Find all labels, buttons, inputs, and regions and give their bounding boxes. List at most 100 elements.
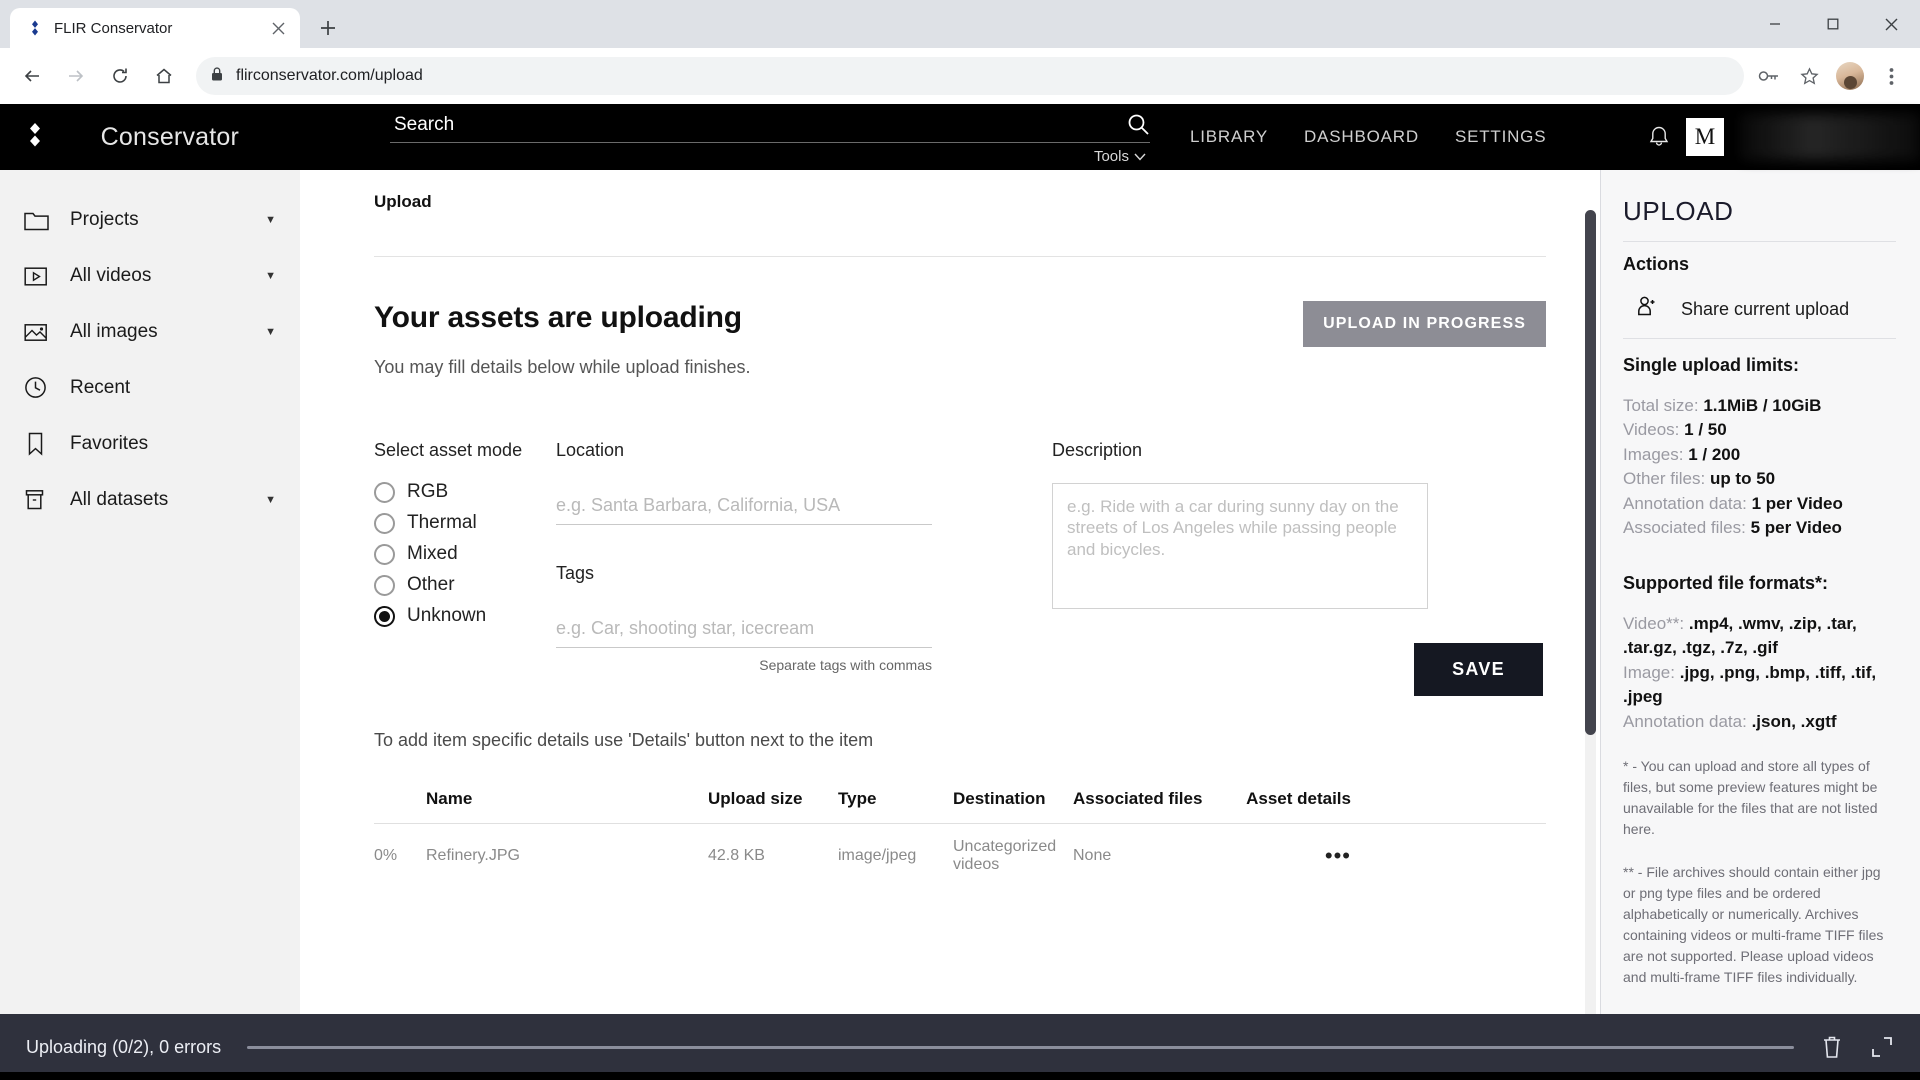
notification-bell-icon[interactable] [1648, 125, 1670, 149]
radio-label: RGB [407, 481, 449, 502]
tags-label: Tags [556, 563, 595, 583]
col-progress [374, 789, 426, 809]
menu-kebab-icon[interactable] [1878, 63, 1904, 89]
dataset-icon [22, 489, 50, 512]
sidebar-item-all-videos[interactable]: All videos ▼ [0, 248, 300, 304]
scrollbar-thumb[interactable] [1585, 210, 1596, 735]
window-controls [1746, 0, 1920, 48]
location-label: Location [556, 440, 625, 460]
table-row[interactable]: 0% Refinery.JPG 42.8 KB image/jpeg Uncat… [374, 824, 1546, 874]
sidebar-item-all-images[interactable]: All images ▼ [0, 304, 300, 360]
formats-title: Supported file formats*: [1623, 572, 1829, 593]
maximize-icon[interactable] [1804, 1, 1862, 47]
trash-icon[interactable] [1820, 1034, 1844, 1060]
format-video: Video**: .mp4, .wmv, .zip, .tar, .tar.gz… [1623, 613, 1857, 658]
new-tab-button[interactable] [310, 10, 346, 46]
location-input[interactable]: e.g. Santa Barbara, California, USA [556, 495, 932, 525]
radio-other[interactable]: Other [374, 574, 556, 596]
sidebar-item-label: All datasets [70, 489, 169, 510]
radio-label: Mixed [407, 543, 458, 564]
toolbar-icons [1756, 62, 1908, 90]
nav-dashboard[interactable]: DASHBOARD [1304, 127, 1419, 147]
upload-in-progress-button[interactable]: UPLOAD IN PROGRESS [1303, 301, 1546, 347]
nav-library[interactable]: LIBRARY [1190, 127, 1268, 147]
status-text: Uploading (0/2), 0 errors [26, 1036, 222, 1057]
home-icon[interactable] [144, 56, 184, 96]
radio-label: Other [407, 574, 455, 595]
vertical-scrollbar[interactable] [1585, 210, 1596, 1080]
page-title: Your assets are uploading [374, 301, 742, 334]
chevron-down-icon[interactable]: ▼ [265, 326, 276, 338]
username-redacted [1740, 114, 1920, 160]
scroll-region: Upload Your assets are uploading You may… [300, 170, 1600, 1080]
radio-rgb[interactable]: RGB [374, 481, 556, 503]
search-area: Search Tools [390, 112, 1150, 165]
radio-unknown[interactable]: Unknown [374, 605, 556, 627]
minimize-icon[interactable] [1746, 1, 1804, 47]
limit-total-size: Total size: 1.1MiB / 10GiB [1623, 396, 1822, 415]
upload-panel: Your assets are uploading You may fill d… [374, 256, 1546, 874]
share-current-upload-button[interactable]: Share current upload [1623, 295, 1896, 324]
flir-diamond-icon [26, 19, 44, 37]
save-button[interactable]: SAVE [1414, 643, 1543, 696]
tab-title: FLIR Conservator [54, 19, 173, 37]
reload-icon[interactable] [100, 56, 140, 96]
nav-settings[interactable]: SETTINGS [1455, 127, 1546, 147]
breadcrumb: Upload [374, 192, 432, 211]
col-name: Name [426, 789, 473, 808]
clock-icon [22, 376, 50, 400]
search-icon[interactable] [1126, 112, 1150, 136]
formats-list: Video**: .mp4, .wmv, .zip, .tar, .tar.gz… [1623, 612, 1896, 734]
cell-destination: Uncategorized videos [953, 838, 1057, 873]
row-actions-menu-icon[interactable]: ••• [1231, 845, 1351, 867]
asset-mode-group: Select asset mode RGB Thermal Mixed Othe… [374, 440, 556, 696]
format-image: Image: .jpg, .png, .bmp, .tiff, .tif, .j… [1623, 662, 1877, 707]
chevron-down-icon[interactable]: ▼ [265, 494, 276, 506]
sidebar-item-favorites[interactable]: Favorites [0, 416, 300, 472]
limits-list: Total size: 1.1MiB / 10GiB Videos: 1 / 5… [1623, 394, 1896, 541]
sidebar-item-label: All images [70, 321, 158, 342]
sidebar-item-recent[interactable]: Recent [0, 360, 300, 416]
video-icon [22, 266, 50, 287]
avatar[interactable] [1836, 62, 1864, 90]
sidebar-item-projects[interactable]: Projects ▼ [0, 192, 300, 248]
search-input[interactable]: Search [390, 114, 1126, 136]
chevron-down-icon[interactable]: ▼ [265, 270, 276, 282]
star-icon[interactable] [1796, 63, 1822, 89]
location-tags-group: Location e.g. Santa Barbara, California,… [556, 440, 1014, 696]
actions-label: Actions [1623, 254, 1690, 274]
upload-table: Name Upload size Type Destination Associ… [374, 789, 1546, 874]
app-nav: LIBRARY DASHBOARD SETTINGS [1190, 127, 1546, 147]
browser-tab[interactable]: FLIR Conservator [10, 8, 300, 48]
cell-upload-size: 42.8 KB [708, 847, 765, 864]
expand-icon[interactable] [1870, 1035, 1894, 1059]
cell-name: Refinery.JPG [426, 847, 520, 864]
footnote-double-star: ** - File archives should contain either… [1623, 864, 1884, 986]
radio-circle-icon [374, 574, 395, 596]
tags-hint: Separate tags with commas [759, 657, 932, 673]
forward-arrow-icon[interactable] [56, 56, 96, 96]
chevron-down-icon[interactable]: ▼ [265, 214, 276, 226]
app-logo[interactable]: FLIR Conservator [22, 122, 300, 153]
col-type: Type [838, 789, 877, 808]
back-arrow-icon[interactable] [12, 56, 52, 96]
col-associated-files: Associated files [1073, 789, 1203, 808]
close-icon[interactable] [266, 16, 290, 40]
radio-mixed[interactable]: Mixed [374, 543, 556, 565]
description-input[interactable]: e.g. Ride with a car during sunny day on… [1052, 483, 1428, 609]
radio-thermal[interactable]: Thermal [374, 512, 556, 534]
window-close-icon[interactable] [1862, 1, 1920, 47]
brand-subtitle: Conservator [100, 122, 240, 151]
sidebar-item-all-datasets[interactable]: All datasets ▼ [0, 472, 300, 528]
tab-strip: FLIR Conservator [0, 0, 1920, 48]
key-icon[interactable] [1756, 63, 1782, 89]
tools-dropdown[interactable]: Tools [1094, 148, 1146, 165]
browser-chrome: FLIR Conservator flirconservator.com/upl… [0, 0, 1920, 104]
radio-circle-selected-icon [374, 605, 395, 627]
address-bar[interactable]: flirconservator.com/upload [196, 57, 1744, 95]
limit-associated-files: Associated files: 5 per Video [1623, 518, 1842, 538]
bookmark-icon [22, 432, 50, 456]
tags-input[interactable]: e.g. Car, shooting star, icecream [556, 618, 932, 648]
user-avatar[interactable]: M [1686, 118, 1724, 156]
col-asset-details: Asset details [1246, 789, 1351, 808]
